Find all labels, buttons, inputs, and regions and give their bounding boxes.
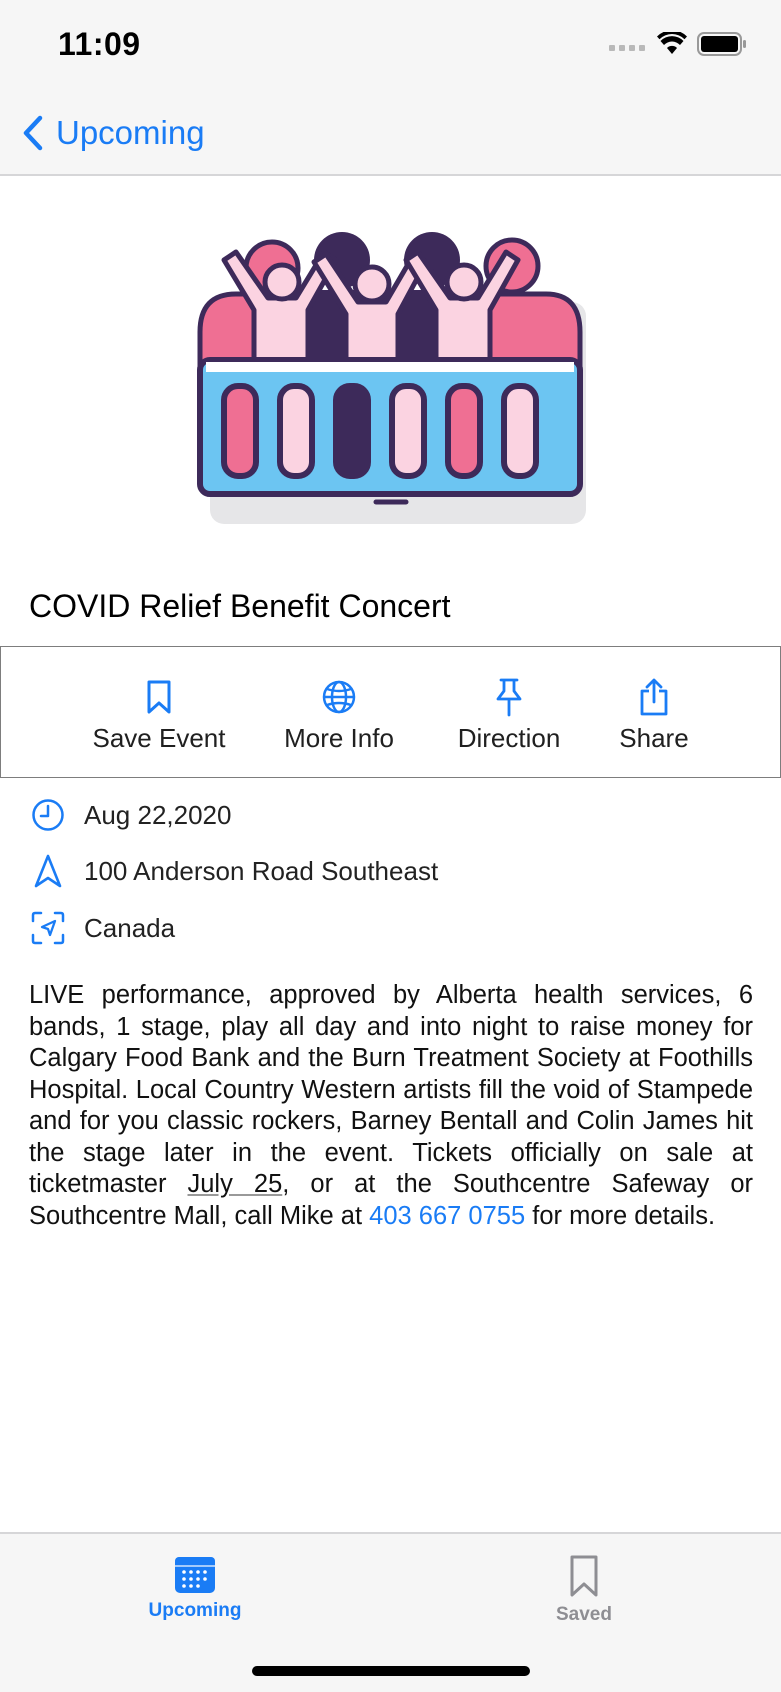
- action-bar: Save Event More Info Direction Share: [0, 646, 781, 778]
- status-bar: 11:09: [0, 0, 781, 94]
- location-arrow-icon: [34, 854, 62, 888]
- save-event-label: Save Event: [92, 723, 226, 753]
- event-date: Aug 22,2020: [84, 799, 232, 830]
- bookmark-icon: [147, 680, 171, 714]
- globe-icon: [322, 680, 356, 714]
- event-date-row: Aug 22,2020: [30, 797, 231, 833]
- tab-saved[interactable]: Saved: [534, 1554, 634, 1626]
- share-button[interactable]: Share: [584, 647, 724, 777]
- concert-crowd-illustration: [197, 232, 586, 524]
- chevron-left-icon: [23, 115, 43, 151]
- back-button-label: Upcoming: [56, 114, 205, 151]
- back-button[interactable]: Upcoming: [22, 114, 205, 152]
- description-text-1: LIVE performance, approved by Alberta he…: [29, 981, 753, 1198]
- clock-icon: [32, 799, 64, 831]
- share-icon: [640, 678, 668, 716]
- share-label: Share: [619, 723, 689, 753]
- event-description: LIVE performance, approved by Alberta he…: [29, 980, 753, 1232]
- event-address: 100 Anderson Road Southeast: [84, 855, 439, 886]
- tab-upcoming-label: Upcoming: [148, 1600, 242, 1621]
- tab-saved-label: Saved: [556, 1604, 612, 1625]
- more-info-button[interactable]: More Info: [269, 647, 409, 777]
- save-event-button[interactable]: Save Event: [89, 647, 229, 777]
- calendar-icon: [175, 1557, 215, 1593]
- cellular-signal-icon: [609, 45, 645, 51]
- date-detected-link[interactable]: July 25: [188, 1170, 283, 1198]
- direction-label: Direction: [457, 723, 561, 753]
- status-time: 11:09: [58, 26, 141, 62]
- event-title: COVID Relief Benefit Concert: [29, 588, 451, 624]
- direction-button[interactable]: Direction: [439, 647, 579, 777]
- wifi-icon: [657, 32, 687, 54]
- bookmark-icon: [570, 1555, 598, 1597]
- event-address-row: 100 Anderson Road Southeast: [30, 853, 438, 889]
- more-info-label: More Info: [284, 723, 394, 753]
- phone-link[interactable]: 403 667 0755: [369, 1202, 525, 1230]
- home-indicator: [252, 1666, 530, 1676]
- navigation-bar: Upcoming: [0, 94, 781, 176]
- tab-upcoming[interactable]: Upcoming: [140, 1554, 250, 1622]
- battery-icon: [697, 32, 746, 56]
- event-country: Canada: [84, 912, 176, 943]
- location-scan-icon: [31, 911, 65, 945]
- description-text-3: for more details.: [525, 1201, 716, 1230]
- status-icons: [609, 32, 747, 56]
- pin-icon: [496, 678, 522, 717]
- event-country-row: Canada: [30, 910, 175, 946]
